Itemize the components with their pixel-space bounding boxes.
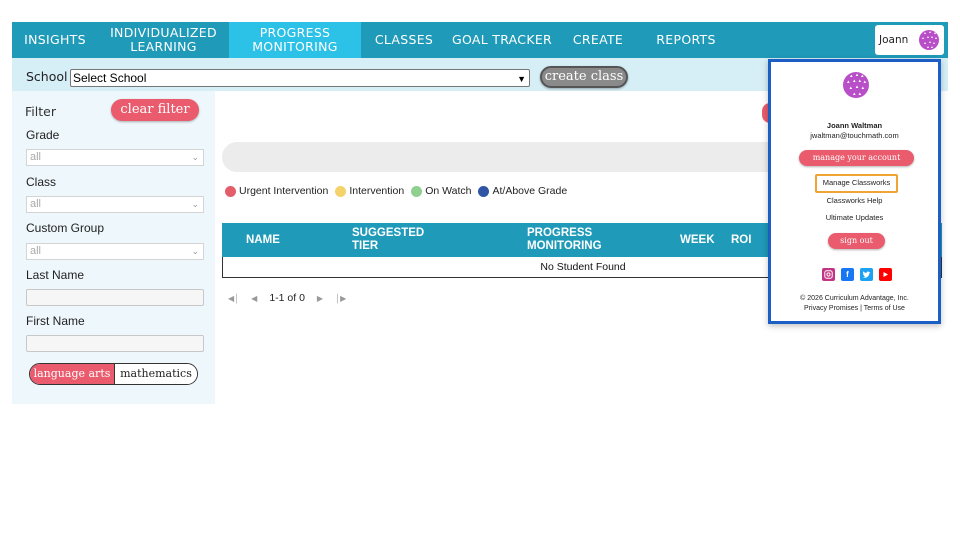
social-links: f (822, 268, 898, 281)
column-header-line: TIER (352, 240, 379, 252)
pagination: ◀│ ◀ 1-1 of 0 ▶ │▶ (228, 292, 358, 304)
first-name-input[interactable] (26, 335, 204, 352)
account-name: Joann Waltman (826, 121, 883, 130)
subject-toggle: language arts mathematics (29, 363, 198, 385)
filter-sidebar: Filter clear filter Grade all ⌄ Class al… (12, 91, 215, 404)
clear-filter-button[interactable]: clear filter (111, 99, 199, 121)
manage-account-button[interactable]: manage your account (799, 150, 914, 166)
student-search-bar[interactable] (222, 142, 782, 172)
subject-language-arts[interactable]: language arts (30, 364, 114, 384)
class-select[interactable]: all ⌄ (26, 196, 204, 213)
copyright-block: © 2026 Curriculum Advantage, Inc. Privac… (771, 294, 938, 314)
youtube-icon[interactable] (879, 268, 892, 281)
legend-label: Urgent Intervention (239, 185, 329, 197)
copyright-text: © 2026 Curriculum Advantage, Inc. (800, 295, 909, 302)
nav-label-line: MONITORING (252, 39, 338, 54)
custom-group-select[interactable]: all ⌄ (26, 243, 204, 260)
chevron-down-icon: ⌄ (191, 246, 199, 256)
legend-label: On Watch (425, 185, 472, 197)
school-label: School (26, 69, 68, 84)
manage-classworks-link[interactable]: Manage Classworks (815, 174, 898, 193)
first-page-icon[interactable]: ◀│ (228, 294, 239, 303)
last-name-label: Last Name (26, 268, 85, 282)
last-name-input[interactable] (26, 289, 204, 306)
legend-item: At/Above Grade (478, 185, 567, 197)
sign-out-button[interactable]: sign out (828, 233, 885, 249)
top-nav: INSIGHTS INDIVIDUALIZED LEARNING PROGRES… (12, 22, 948, 58)
nav-label-line: PROGRESS (259, 25, 331, 40)
chevron-down-icon: ⌄ (191, 199, 199, 209)
classworks-help-link[interactable]: Classworks Help (771, 196, 938, 205)
nav-classes[interactable]: CLASSES (361, 22, 447, 58)
create-class-button[interactable]: create class (540, 66, 628, 88)
subject-mathematics[interactable]: mathematics (114, 364, 197, 384)
custom-group-label: Custom Group (26, 221, 105, 235)
legend-item: Intervention (335, 185, 404, 197)
column-header-line: PROGRESS (527, 227, 593, 239)
next-page-icon[interactable]: ▶ (317, 294, 323, 303)
nav-progress-monitoring[interactable]: PROGRESS MONITORING (229, 22, 361, 58)
column-header-progress-monitoring[interactable]: PROGRESS MONITORING (527, 227, 602, 253)
user-name: Joann (879, 34, 909, 46)
column-header-roi[interactable]: ROI (731, 234, 751, 247)
legal-links: Privacy Promises | Terms of Use (771, 304, 938, 314)
filter-title: Filter (25, 104, 56, 119)
nav-create[interactable]: CREATE (557, 22, 639, 58)
facebook-icon[interactable]: f (841, 268, 854, 281)
column-header-line: MONITORING (527, 240, 602, 252)
custom-group-select-value: all (30, 245, 42, 257)
legend-item: Urgent Intervention (225, 185, 328, 197)
nav-label-line: LEARNING (130, 39, 197, 54)
class-label: Class (26, 175, 57, 189)
chevron-down-icon: ⌄ (191, 152, 199, 162)
column-header-line: SUGGESTED (352, 227, 425, 239)
legend-label: Intervention (349, 185, 405, 197)
account-menu: Joann Waltman jwaltman@touchmath.com man… (768, 59, 941, 324)
account-email: jwaltman@touchmath.com (810, 131, 899, 140)
school-select-value: Select School (73, 71, 147, 85)
legend-dot (478, 185, 490, 197)
school-select[interactable]: Select School ▼ (70, 69, 530, 87)
legal-separator: | (860, 305, 862, 312)
nav-goal-tracker[interactable]: GOAL TRACKER (447, 22, 557, 58)
page-range: 1-1 of 0 (269, 292, 305, 304)
privacy-link[interactable]: Privacy Promises (804, 305, 858, 312)
legend-dot (411, 185, 423, 197)
legend-dot (335, 185, 347, 197)
first-name-label: First Name (26, 314, 85, 328)
classworks-logo-icon (843, 72, 869, 98)
column-header-name[interactable]: NAME (246, 234, 280, 247)
nav-reports[interactable]: REPORTS (639, 22, 733, 58)
grade-select[interactable]: all ⌄ (26, 149, 204, 166)
legend-item: On Watch (411, 185, 471, 197)
tier-legend: Urgent Intervention Intervention On Watc… (225, 185, 574, 197)
nav-label-line: INDIVIDUALIZED (110, 25, 217, 40)
twitter-icon[interactable] (860, 268, 873, 281)
nav-insights[interactable]: INSIGHTS (12, 22, 98, 58)
class-select-value: all (30, 198, 42, 210)
column-header-suggested-tier[interactable]: SUGGESTED TIER (352, 227, 424, 253)
legend-label: At/Above Grade (492, 185, 568, 197)
grade-label: Grade (26, 128, 60, 142)
avatar-icon (919, 30, 939, 50)
ultimate-updates-link[interactable]: Ultimate Updates (771, 213, 938, 222)
user-menu-button[interactable]: Joann (875, 25, 944, 55)
nav-individualized-learning[interactable]: INDIVIDUALIZED LEARNING (98, 22, 229, 58)
instagram-icon[interactable] (822, 268, 835, 281)
chevron-down-icon: ▼ (517, 74, 526, 84)
prev-page-icon[interactable]: ◀ (251, 294, 257, 303)
last-page-icon[interactable]: │▶ (335, 294, 346, 303)
legend-dot (225, 185, 236, 197)
terms-link[interactable]: Terms of Use (864, 305, 905, 312)
grade-select-value: all (30, 151, 42, 163)
column-header-week[interactable]: WEEK (680, 234, 715, 247)
